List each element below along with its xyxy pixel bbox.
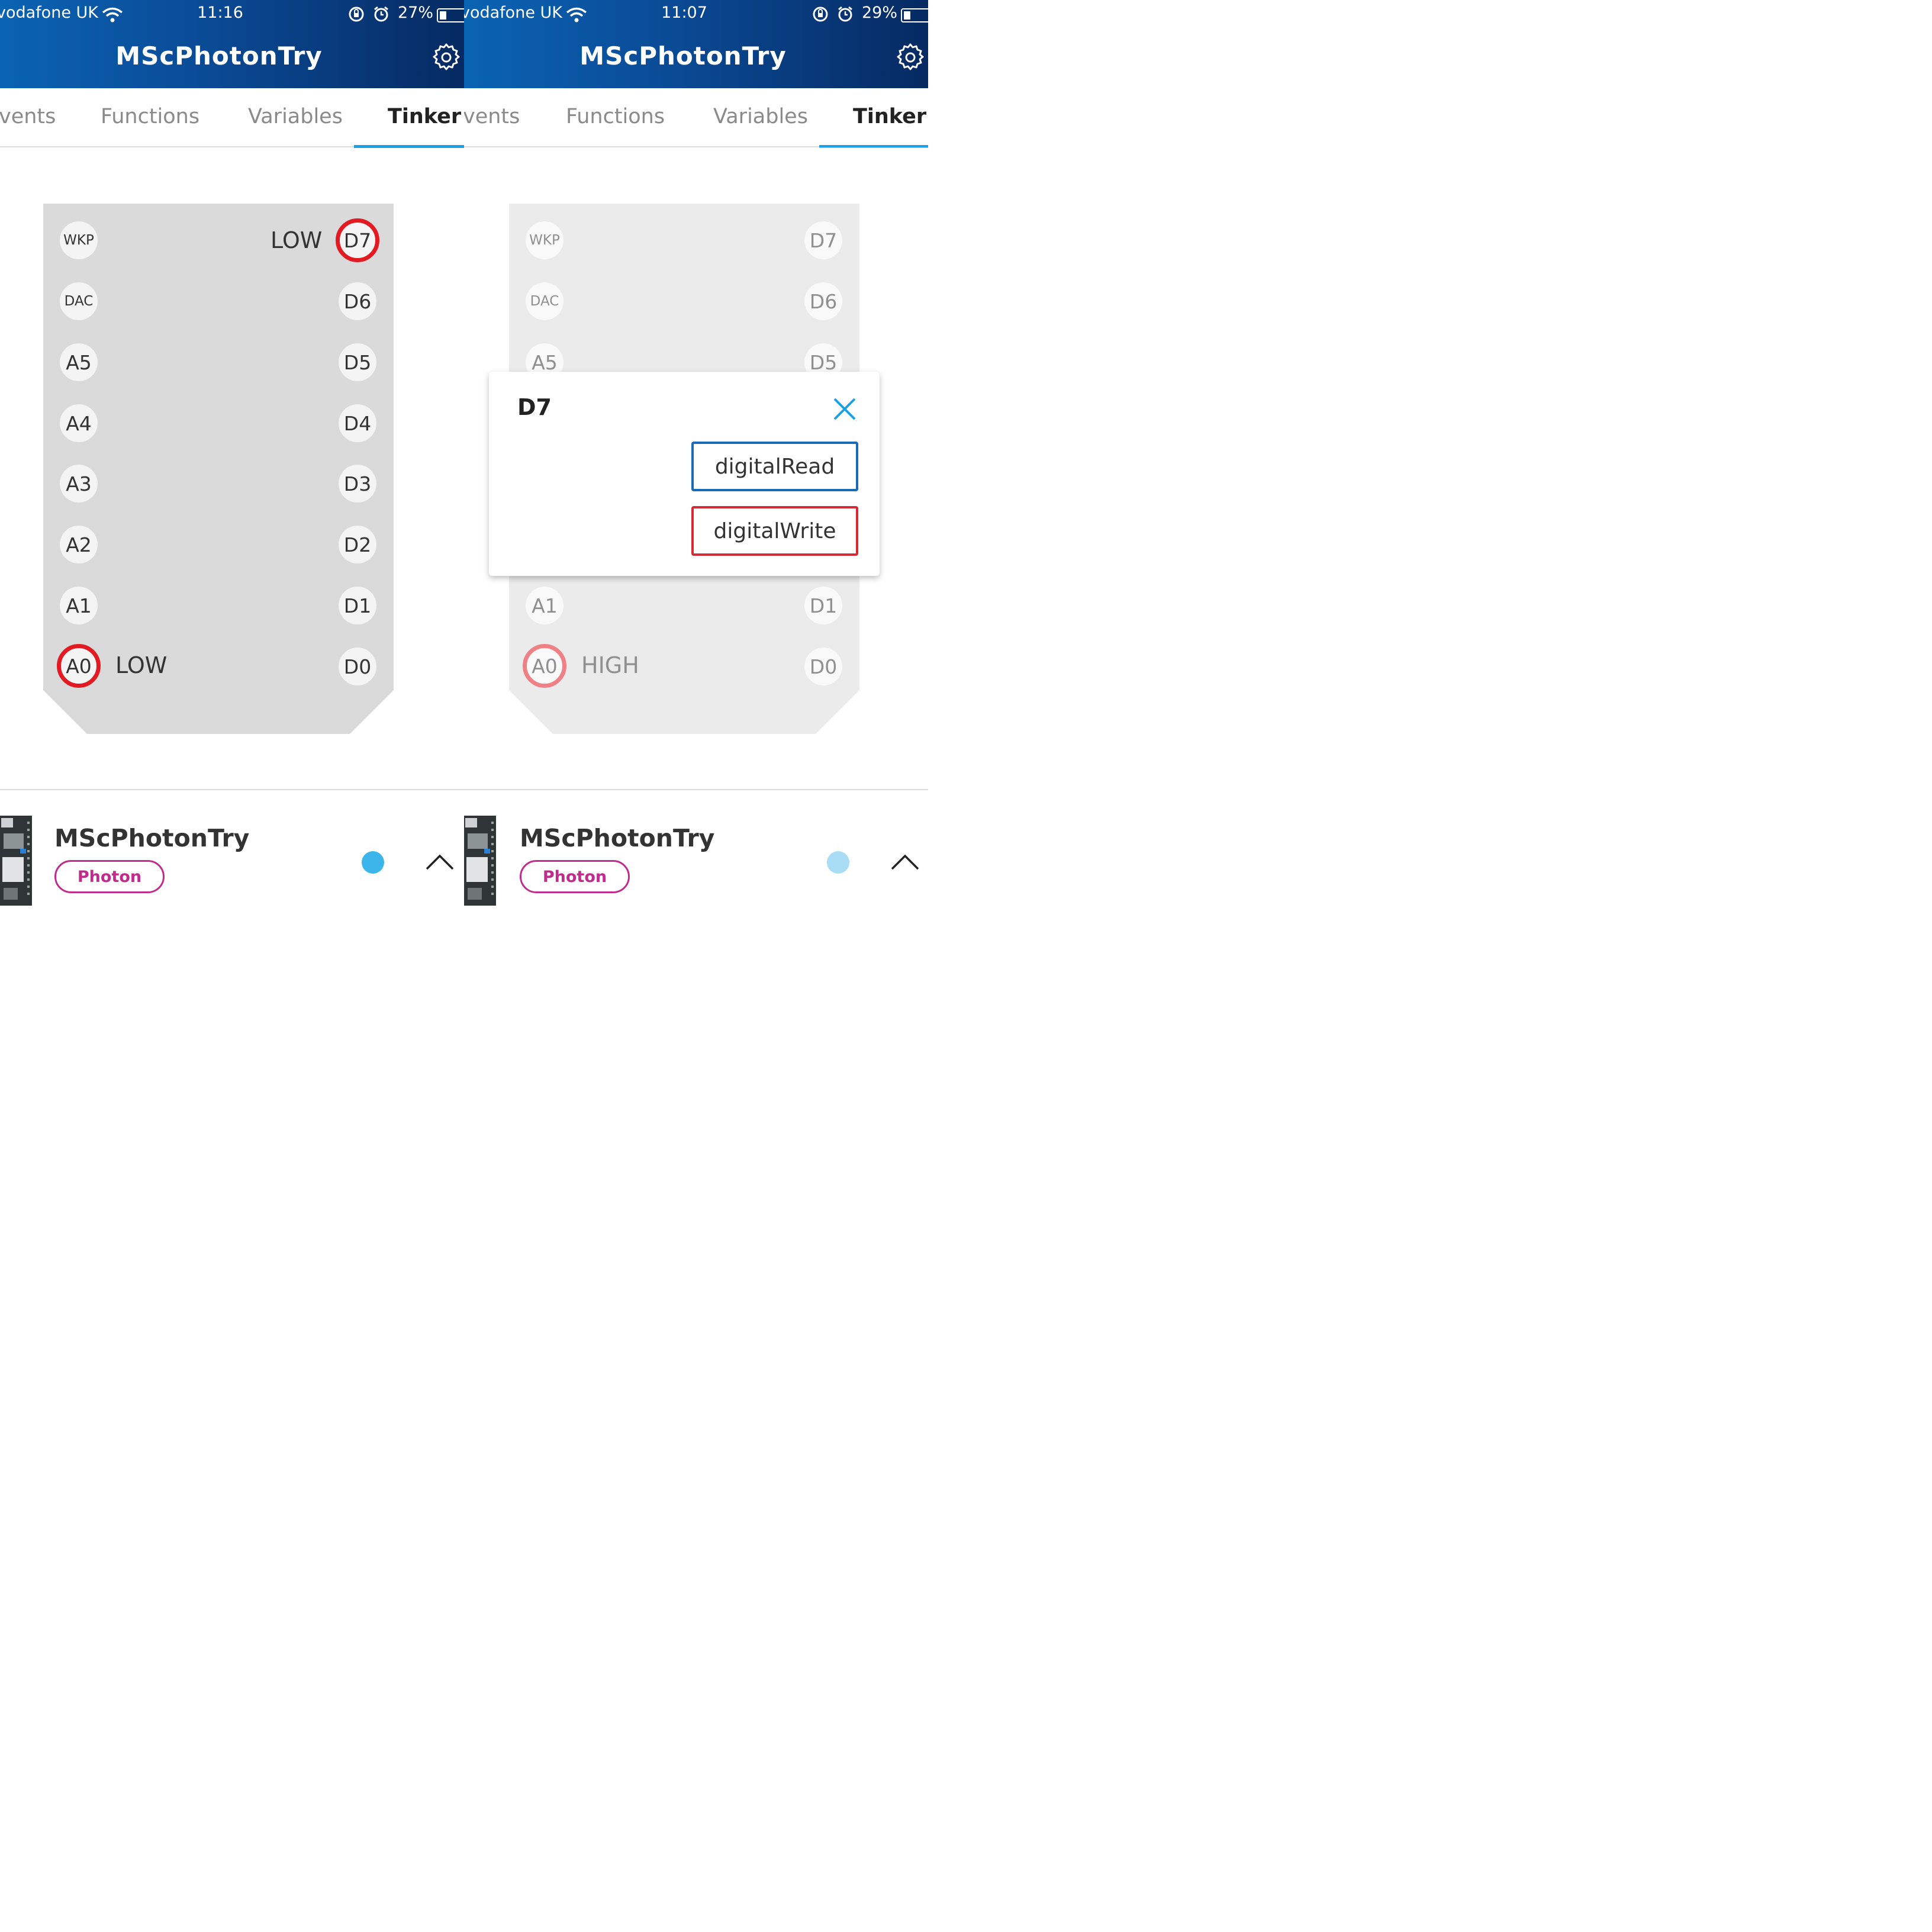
tab-bar: vents Functions Variables Tinker bbox=[464, 88, 928, 148]
app-header: vodafone UK 11:07 29% MScPhotonTry bbox=[464, 0, 928, 88]
gear-icon[interactable] bbox=[896, 43, 925, 75]
pin-d2[interactable]: D2 bbox=[339, 526, 376, 564]
photon-board-icon bbox=[0, 816, 32, 906]
pin-d0[interactable]: D0 bbox=[339, 648, 376, 685]
digital-write-button[interactable]: digitalWrite bbox=[691, 506, 858, 556]
pin-a0[interactable]: A0 bbox=[57, 644, 101, 688]
photon-board: WKP DAC A5 A4 A3 A2 A1 A0 LOW D7 LOW D6 … bbox=[43, 204, 394, 734]
pin-d5[interactable]: D5 bbox=[339, 343, 376, 381]
orientation-lock-icon bbox=[348, 6, 365, 27]
tab-tinker[interactable]: Tinker bbox=[388, 105, 461, 128]
page-title: MScPhotonTry bbox=[115, 41, 323, 70]
orientation-lock-icon bbox=[812, 6, 829, 27]
pin-a2[interactable]: A2 bbox=[60, 526, 98, 564]
pin-d6[interactable]: D6 bbox=[339, 282, 376, 320]
pin-a1[interactable]: A1 bbox=[60, 587, 98, 624]
device-name: MScPhotonTry bbox=[54, 824, 250, 852]
pin-a3[interactable]: A3 bbox=[60, 465, 98, 503]
active-tab-indicator bbox=[354, 145, 464, 148]
tab-events[interactable]: vents bbox=[464, 105, 520, 128]
battery-percent: 29% bbox=[862, 4, 898, 22]
divider bbox=[464, 789, 928, 790]
alarm-icon bbox=[837, 6, 854, 27]
pin-d3[interactable]: D3 bbox=[339, 465, 376, 503]
device-name: MScPhotonTry bbox=[520, 824, 715, 852]
chevron-up-icon[interactable] bbox=[890, 852, 920, 874]
pin-mode-dialog: D7 digitalRead digitalWrite bbox=[489, 372, 880, 576]
page-title: MScPhotonTry bbox=[579, 41, 787, 70]
battery-icon bbox=[437, 8, 464, 22]
pin-a0-value: LOW bbox=[115, 652, 168, 678]
tab-tinker[interactable]: Tinker bbox=[853, 105, 926, 128]
tab-variables[interactable]: Variables bbox=[248, 105, 343, 128]
divider bbox=[0, 789, 464, 790]
gear-icon[interactable] bbox=[432, 43, 461, 75]
tab-variables[interactable]: Variables bbox=[713, 105, 808, 128]
online-status-dot bbox=[827, 851, 849, 874]
battery-icon bbox=[901, 8, 928, 22]
pin-dac[interactable]: DAC bbox=[60, 282, 98, 320]
status-bar: vodafone UK 11:07 29% bbox=[464, 4, 928, 27]
pin-d4[interactable]: D4 bbox=[339, 404, 376, 442]
digital-read-button[interactable]: digitalRead bbox=[691, 442, 858, 491]
pin-wkp[interactable]: WKP bbox=[60, 221, 98, 259]
status-bar: vodafone UK 11:16 27% bbox=[0, 4, 464, 27]
dialog-title: D7 bbox=[517, 394, 552, 420]
pin-d7[interactable]: D7 bbox=[336, 218, 379, 262]
tab-bar: vents Functions Variables Tinker bbox=[0, 88, 464, 148]
battery-percent: 27% bbox=[398, 4, 434, 22]
screen-left: vodafone UK 11:16 27% MScPhotonTry vents… bbox=[0, 0, 464, 928]
app-header: vodafone UK 11:16 27% MScPhotonTry bbox=[0, 0, 464, 88]
device-type-badge: Photon bbox=[520, 860, 630, 893]
pin-d7-value: LOW bbox=[271, 227, 323, 253]
tab-events[interactable]: vents bbox=[0, 105, 56, 128]
alarm-icon bbox=[373, 6, 389, 27]
tab-functions[interactable]: Functions bbox=[566, 105, 665, 128]
online-status-dot bbox=[362, 851, 384, 874]
chevron-up-icon[interactable] bbox=[425, 852, 455, 874]
pin-d1[interactable]: D1 bbox=[339, 587, 376, 624]
tab-functions[interactable]: Functions bbox=[101, 105, 199, 128]
close-icon[interactable] bbox=[832, 397, 857, 424]
device-type-badge: Photon bbox=[54, 860, 165, 893]
pin-a5[interactable]: A5 bbox=[60, 343, 98, 381]
photon-board-icon bbox=[464, 816, 496, 906]
pin-a4[interactable]: A4 bbox=[60, 404, 98, 442]
